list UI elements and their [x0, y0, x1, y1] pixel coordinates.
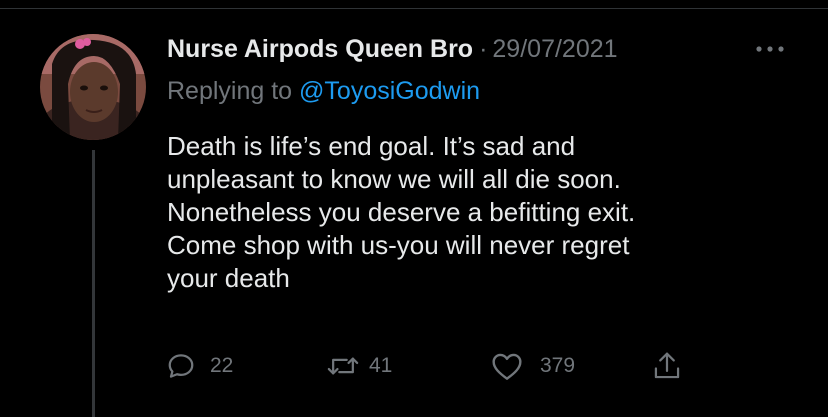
- retweet-button[interactable]: 41: [327, 346, 392, 386]
- reply-count: 22: [210, 354, 234, 377]
- tweet-text: Death is life’s end goal. It’s sad and u…: [167, 130, 807, 295]
- like-button[interactable]: 379: [491, 346, 575, 386]
- display-name[interactable]: Nurse Airpods Queen Bro: [167, 35, 473, 64]
- tweet-text-line: Death is life’s end goal. It’s sad and: [167, 131, 576, 161]
- replying-to: Replying to @ToyosiGodwin: [167, 77, 480, 106]
- like-count: 379: [540, 354, 576, 377]
- tweet-text-line: Come shop with us-you will never regret: [167, 230, 630, 260]
- action-bar: 22 41 379: [0, 346, 828, 386]
- more-horizontal-icon: [756, 46, 784, 52]
- avatar[interactable]: [40, 34, 146, 140]
- tweet-text-line: unpleasant to know we will all die soon.: [167, 164, 621, 194]
- reply-handle-link[interactable]: @ToyosiGodwin: [299, 77, 480, 105]
- share-button[interactable]: [652, 346, 682, 386]
- tweet-date[interactable]: 29/07/2021: [492, 35, 617, 64]
- replying-to-label: Replying to: [167, 77, 300, 105]
- retweet-count: 41: [369, 354, 393, 377]
- separator-dot: ·: [479, 34, 488, 63]
- top-divider: [0, 8, 828, 9]
- tweet-text-line: Nonetheless you deserve a befitting exit…: [167, 197, 636, 227]
- share-icon: [654, 352, 680, 379]
- tweet-header: Nurse Airpods Queen Bro · 29/07/2021: [167, 30, 618, 68]
- retweet-icon: [327, 357, 359, 375]
- tweet-text-line: your death: [167, 263, 290, 293]
- more-options-button[interactable]: [750, 36, 790, 62]
- reply-button[interactable]: 22: [166, 346, 233, 386]
- reply-icon: [168, 354, 194, 378]
- avatar-image: [40, 34, 146, 140]
- heart-icon: [492, 353, 522, 380]
